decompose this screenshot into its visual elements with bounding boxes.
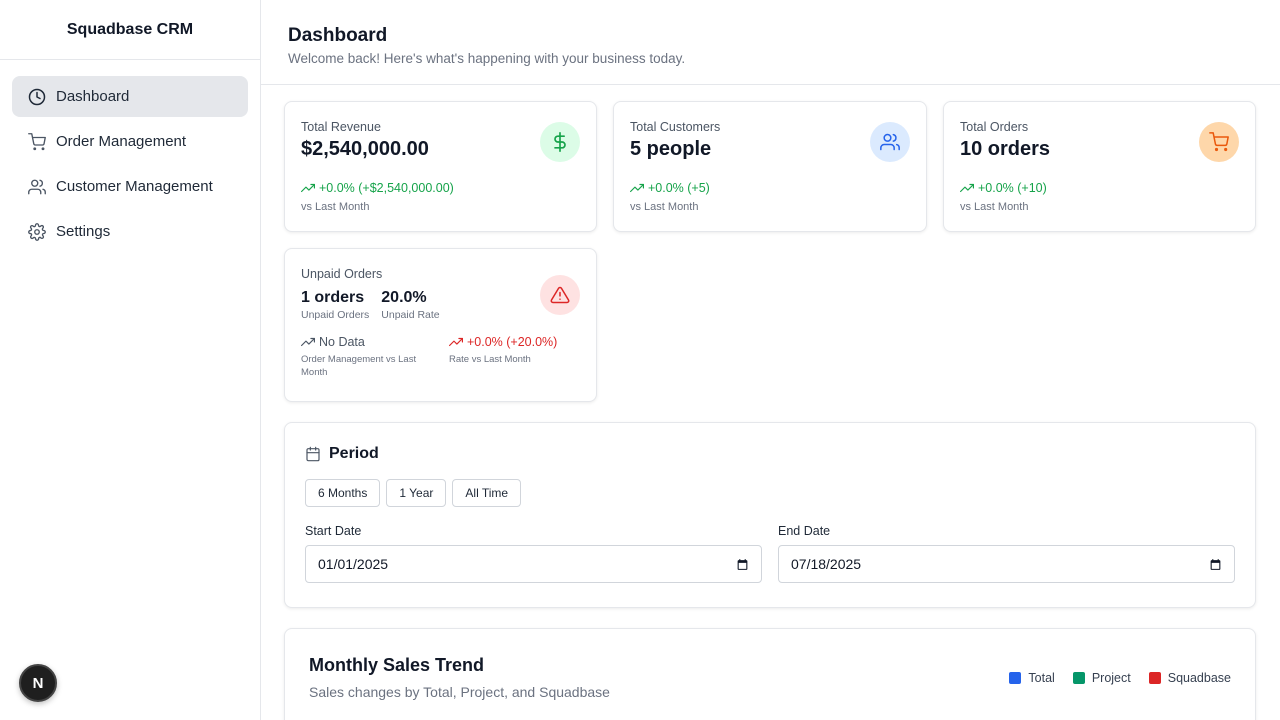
page-header: Dashboard Welcome back! Here's what's ha… — [261, 0, 1280, 85]
legend-label: Project — [1091, 671, 1131, 685]
unpaid-trend-right-text: +0.0% (+20.0%) — [467, 335, 558, 349]
legend-label: Squadbase — [1167, 671, 1231, 685]
period-title-text: Period — [329, 445, 379, 462]
period-presets: 6 Months 1 Year All Time — [305, 479, 1235, 507]
legend-label: Total — [1028, 671, 1055, 685]
main-content: Dashboard Welcome back! Here's what's ha… — [261, 0, 1280, 720]
unpaid-rate: 20.0% Unpaid Rate — [381, 289, 439, 321]
users-icon — [870, 122, 910, 162]
legend-swatch — [1148, 672, 1161, 684]
stat-label: Total Revenue — [301, 120, 381, 134]
page-title: Dashboard — [288, 25, 388, 46]
stat-label: Unpaid Orders — [301, 267, 383, 281]
stat-value: 5 people — [630, 138, 712, 160]
unpaid-rate-label: Unpaid Rate — [381, 309, 440, 321]
start-date-value: 01/01/2025 — [318, 556, 389, 572]
end-date-label: End Date — [778, 524, 831, 538]
stat-trend-sub: vs Last Month — [960, 201, 1029, 213]
users-icon — [28, 178, 46, 196]
end-date-value: 07/18/2025 — [791, 556, 862, 572]
period-card: Period 6 Months 1 Year All Time Start Da… — [284, 422, 1256, 608]
dollar-icon — [540, 122, 580, 162]
sidebar-item-label: Order Management — [56, 133, 187, 150]
stat-trend-text: +0.0% (+10) — [978, 181, 1047, 195]
sales-trend-card: Monthly Sales Trend Sales changes by Tot… — [284, 628, 1256, 720]
start-date-label: Start Date — [305, 524, 362, 538]
revenue-card: Total Revenue $2,540,000.00 +0.0% (+$2,5… — [284, 101, 597, 232]
stat-trend-sub: vs Last Month — [301, 201, 370, 213]
sidebar-item-customer-management[interactable]: Customer Management — [12, 166, 248, 207]
stat-value: 10 orders — [960, 138, 1051, 160]
unpaid-trend-left-text: No Data — [319, 335, 365, 349]
calendar-picker-icon[interactable] — [1209, 558, 1222, 571]
stat-label: Total Customers — [630, 120, 721, 134]
stat-trend: +0.0% (+5) — [630, 181, 910, 195]
end-date-group: End Date 07/18/2025 — [778, 524, 1235, 583]
stat-trend-sub: vs Last Month — [630, 201, 699, 213]
orders-card: Total Orders 10 orders +0.0% (+10) vs La… — [943, 101, 1256, 232]
unpaid-orders-card: Unpaid Orders 1 orders Unpaid Orders 20.… — [284, 248, 597, 402]
unpaid-count-label: Unpaid Orders — [301, 309, 370, 321]
sidebar-item-dashboard[interactable]: Dashboard — [12, 76, 248, 117]
brand-title: Squadbase CRM — [0, 0, 260, 60]
sidebar-item-label: Settings — [56, 223, 111, 240]
stat-trend: +0.0% (+$2,540,000.00) — [301, 181, 580, 195]
calendar-icon — [306, 446, 320, 462]
framework-badge[interactable]: N — [19, 664, 57, 702]
trending-up-icon — [301, 183, 315, 193]
preset-1-year-button[interactable]: 1 Year — [386, 479, 447, 507]
unpaid-trend-left: No Data Order Management vs Last Month — [301, 335, 449, 380]
unpaid-count-value: 1 orders — [301, 289, 365, 306]
clock-icon — [28, 88, 46, 106]
trending-up-icon — [449, 337, 463, 347]
start-date-group: Start Date 01/01/2025 — [305, 524, 762, 583]
calendar-picker-icon[interactable] — [736, 558, 749, 571]
sidebar-nav: Dashboard Order Management Customer Mana… — [0, 60, 260, 272]
preset-all-time-button[interactable]: All Time — [452, 479, 522, 507]
trending-up-icon — [960, 183, 974, 193]
sidebar-item-label: Dashboard — [56, 88, 130, 105]
page-subtitle: Welcome back! Here's what's happening wi… — [288, 51, 686, 66]
stat-trend: +0.0% (+10) — [960, 181, 1239, 195]
sidebar-item-settings[interactable]: Settings — [12, 211, 248, 252]
stat-trend-text: +0.0% (+5) — [648, 181, 710, 195]
sales-trend-subtitle: Sales changes by Total, Project, and Squ… — [309, 684, 610, 700]
cart-icon — [28, 132, 46, 151]
unpaid-count: 1 orders Unpaid Orders — [301, 289, 369, 321]
gear-icon — [28, 222, 46, 241]
customers-card: Total Customers 5 people +0.0% (+5) vs L… — [613, 101, 927, 232]
sidebar: Squadbase CRM Dashboard Order Management… — [0, 0, 261, 720]
legend-swatch — [1009, 672, 1022, 684]
unpaid-trend-right-sub: Rate vs Last Month — [449, 354, 531, 365]
unpaid-values: 1 orders Unpaid Orders 20.0% Unpaid Rate — [301, 289, 580, 321]
stat-value: $2,540,000.00 — [301, 138, 429, 160]
trending-up-icon — [630, 183, 644, 193]
legend-item-total[interactable]: Total — [1009, 671, 1055, 685]
warning-icon — [540, 275, 580, 315]
unpaid-trends: No Data Order Management vs Last Month +… — [301, 335, 580, 380]
stat-trend-text: +0.0% (+$2,540,000.00) — [319, 181, 454, 195]
cart-icon — [1199, 122, 1239, 162]
preset-6-months-button[interactable]: 6 Months — [305, 479, 381, 507]
unpaid-rate-value: 20.0% — [381, 289, 427, 306]
sidebar-item-order-management[interactable]: Order Management — [12, 121, 248, 162]
period-title: Period — [305, 445, 1235, 463]
trending-up-icon — [301, 337, 315, 347]
period-date-fields: Start Date 01/01/2025 End Date 07/18/202… — [305, 524, 1235, 583]
end-date-input[interactable]: 07/18/2025 — [778, 545, 1235, 583]
legend-item-squadbase[interactable]: Squadbase — [1148, 671, 1231, 685]
unpaid-trend-left-sub: Order Management vs Last Month — [301, 354, 417, 378]
start-date-input[interactable]: 01/01/2025 — [305, 545, 762, 583]
legend-item-project[interactable]: Project — [1072, 671, 1131, 685]
stat-label: Total Orders — [960, 120, 1029, 134]
sidebar-item-label: Customer Management — [56, 178, 213, 195]
unpaid-trend-right: +0.0% (+20.0%) Rate vs Last Month — [449, 335, 557, 380]
legend-swatch — [1072, 672, 1085, 684]
chart-legend: Total Project Squadbase — [991, 671, 1231, 685]
